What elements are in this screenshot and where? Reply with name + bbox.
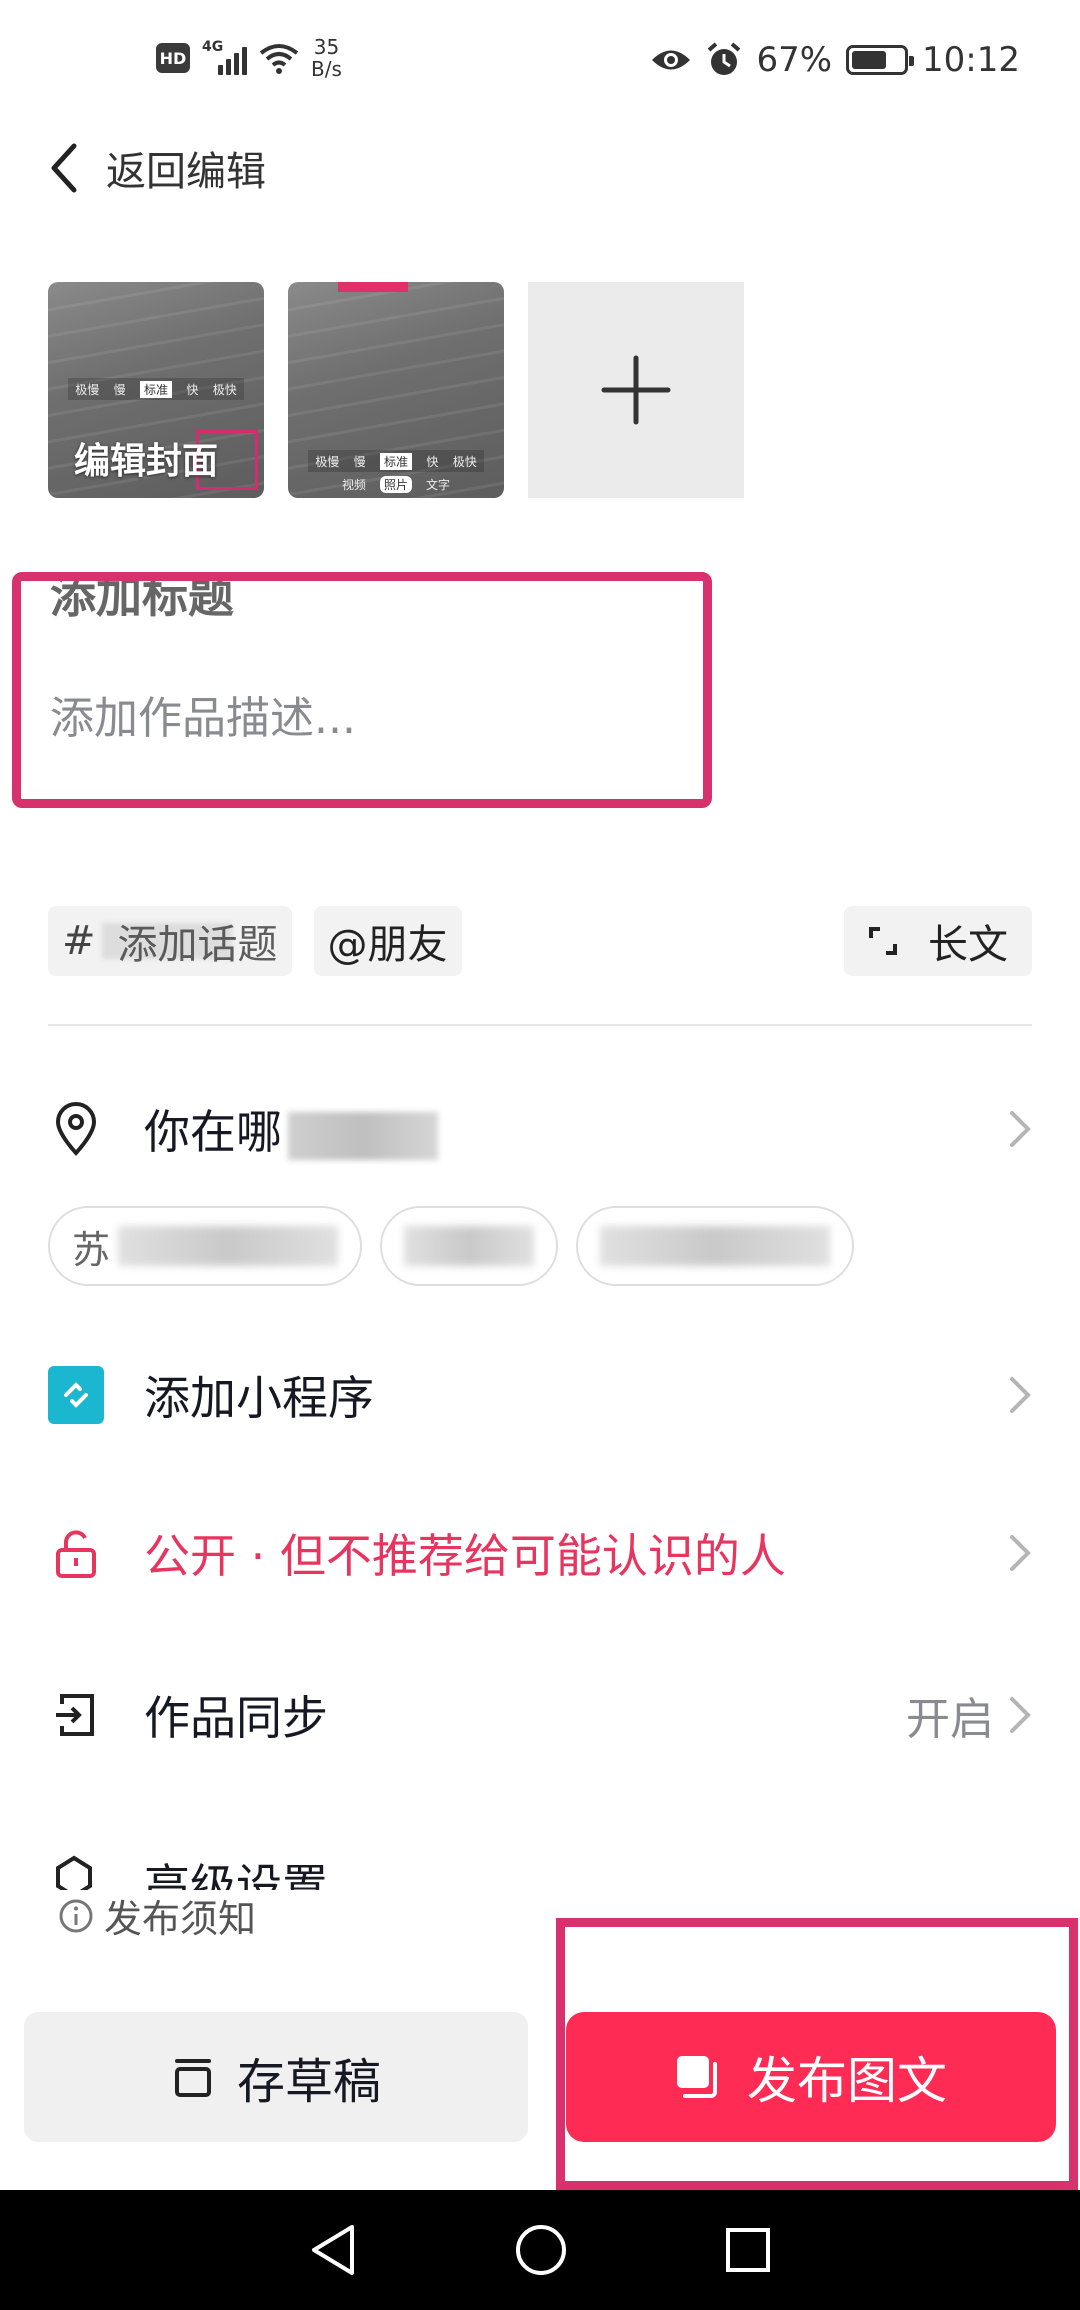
system-nav-bar bbox=[0, 2190, 1080, 2310]
mini-program-row[interactable]: 添加小程序 bbox=[48, 1350, 1032, 1440]
cell-signal-icon: 4G bbox=[202, 39, 247, 75]
annotation-box bbox=[556, 1918, 1078, 2190]
location-label: 你在哪 bbox=[144, 1096, 1008, 1162]
status-left: HD 4G 35 B/s bbox=[156, 36, 342, 80]
mode-tab: 文字 bbox=[426, 478, 451, 492]
speed-option: 快 bbox=[426, 454, 439, 469]
chevron-right-icon bbox=[1010, 1111, 1031, 1147]
suggestion-blur bbox=[600, 1226, 831, 1266]
location-blur bbox=[288, 1111, 438, 1160]
speed-option: 标准 bbox=[379, 452, 412, 470]
speed-option: 慢 bbox=[353, 454, 366, 469]
nav-recents-icon[interactable] bbox=[724, 2226, 772, 2274]
battery-percent: 67% bbox=[756, 40, 833, 80]
location-label-text: 你在哪 bbox=[144, 1105, 282, 1159]
expand-icon bbox=[869, 927, 897, 955]
chevron-left-icon bbox=[51, 143, 77, 193]
notice-label: 发布须知 bbox=[104, 1897, 257, 1941]
speed-option: 极慢 bbox=[75, 382, 100, 397]
annotation-box bbox=[12, 572, 712, 808]
speed-option: 快 bbox=[186, 382, 199, 397]
edit-cover-label: 编辑封面 bbox=[74, 441, 219, 482]
location-suggestion[interactable] bbox=[576, 1206, 855, 1286]
media-thumbnails: 极慢 慢 标准 快 极快 编辑封面 极慢 慢 标准 快 极快 视频 照片 文字 bbox=[48, 282, 744, 498]
sync-value: 开启 bbox=[906, 1694, 994, 1745]
battery-level bbox=[852, 51, 886, 69]
mode-tab: 视频 bbox=[341, 478, 366, 492]
topic-hash: # bbox=[62, 918, 96, 964]
location-suggestion-text: 苏 bbox=[72, 1227, 111, 1272]
cover-thumbnail[interactable]: 极慢 慢 标准 快 极快 编辑封面 bbox=[48, 282, 264, 498]
location-pin-icon bbox=[48, 1101, 104, 1157]
net-speed-unit: B/s bbox=[311, 57, 342, 81]
mini-program-label: 添加小程序 bbox=[144, 1371, 374, 1425]
chevron-right-icon bbox=[1010, 1377, 1031, 1413]
clock: 10:12 bbox=[922, 40, 1020, 80]
privacy-row[interactable]: 公开 · 但不推荐给可能认识的人 bbox=[48, 1508, 1032, 1598]
privacy-label: 公开 · 但不推荐给可能认识的人 bbox=[144, 1529, 786, 1583]
tag-chips: # 添加话题 @朋友 bbox=[48, 906, 462, 976]
nav-back-icon[interactable] bbox=[308, 2223, 358, 2277]
sync-icon bbox=[48, 1687, 104, 1743]
chevron-right-icon bbox=[1010, 1697, 1031, 1733]
divider bbox=[48, 1024, 1032, 1026]
net-speed-value: 35 bbox=[313, 35, 340, 59]
plus-icon bbox=[601, 355, 671, 425]
mention-friends-chip[interactable]: @朋友 bbox=[313, 906, 462, 976]
draft-label: 存草稿 bbox=[236, 2054, 381, 2110]
status-bar: HD 4G 35 B/s 67% 10:12 bbox=[0, 0, 1080, 120]
speed-option: 慢 bbox=[113, 382, 126, 397]
net-speed: 35 B/s bbox=[311, 36, 342, 80]
nav-home-icon[interactable] bbox=[514, 2223, 568, 2277]
hd-badge: HD bbox=[156, 43, 190, 73]
topic-label: 添加话题 bbox=[117, 922, 278, 968]
speed-option: 标准 bbox=[139, 380, 172, 398]
location-suggestions: 苏 bbox=[48, 1206, 855, 1286]
speed-option: 极慢 bbox=[315, 454, 340, 469]
long-text-chip[interactable]: 长文 bbox=[844, 906, 1032, 976]
publish-notice-link[interactable]: 发布须知 bbox=[58, 1888, 256, 1943]
speed-strip: 极慢 慢 标准 快 极快 bbox=[308, 450, 484, 472]
add-image-button[interactable] bbox=[528, 282, 744, 498]
back-button[interactable]: 返回编辑 bbox=[48, 136, 266, 200]
image-thumbnail[interactable]: 极慢 慢 标准 快 极快 视频 照片 文字 bbox=[288, 282, 504, 498]
image-accent bbox=[338, 282, 408, 292]
settings-icon bbox=[56, 1855, 92, 1890]
back-label: 返回编辑 bbox=[106, 149, 266, 195]
battery-icon bbox=[846, 45, 915, 75]
chevron-right-icon bbox=[1010, 1535, 1031, 1571]
save-draft-button[interactable]: 存草稿 bbox=[24, 2012, 528, 2142]
speed-option: 极快 bbox=[452, 454, 477, 469]
speed-option: 极快 bbox=[212, 382, 237, 397]
advanced-settings-row[interactable]: 高级设置 bbox=[48, 1840, 1032, 1890]
eye-icon bbox=[652, 50, 691, 70]
status-right: 67% 10:12 bbox=[650, 40, 1020, 80]
location-suggestion[interactable]: 苏 bbox=[48, 1206, 363, 1286]
mode-tabs: 视频 照片 文字 bbox=[288, 476, 504, 493]
advanced-settings-label: 高级设置 bbox=[144, 1859, 328, 1890]
alarm-icon bbox=[708, 42, 741, 75]
sync-label: 作品同步 bbox=[144, 1691, 328, 1745]
mode-tab: 照片 bbox=[379, 476, 412, 493]
add-topic-chip[interactable]: # 添加话题 bbox=[48, 906, 292, 976]
location-suggestion[interactable] bbox=[380, 1206, 559, 1286]
suggestion-blur bbox=[404, 1226, 535, 1266]
speed-strip: 极慢 慢 标准 快 极快 bbox=[68, 378, 244, 400]
info-icon bbox=[59, 1899, 93, 1932]
mini-program-icon bbox=[48, 1366, 104, 1424]
sync-row[interactable]: 作品同步 开启 bbox=[48, 1670, 1032, 1760]
long-text-label: 长文 bbox=[928, 922, 1008, 968]
wifi-icon bbox=[259, 44, 299, 74]
draft-icon bbox=[174, 2059, 211, 2097]
suggestion-blur bbox=[118, 1226, 339, 1266]
location-row[interactable]: 你在哪 bbox=[48, 1084, 1032, 1174]
network-type: 4G bbox=[202, 39, 224, 55]
unlock-icon bbox=[48, 1525, 104, 1581]
